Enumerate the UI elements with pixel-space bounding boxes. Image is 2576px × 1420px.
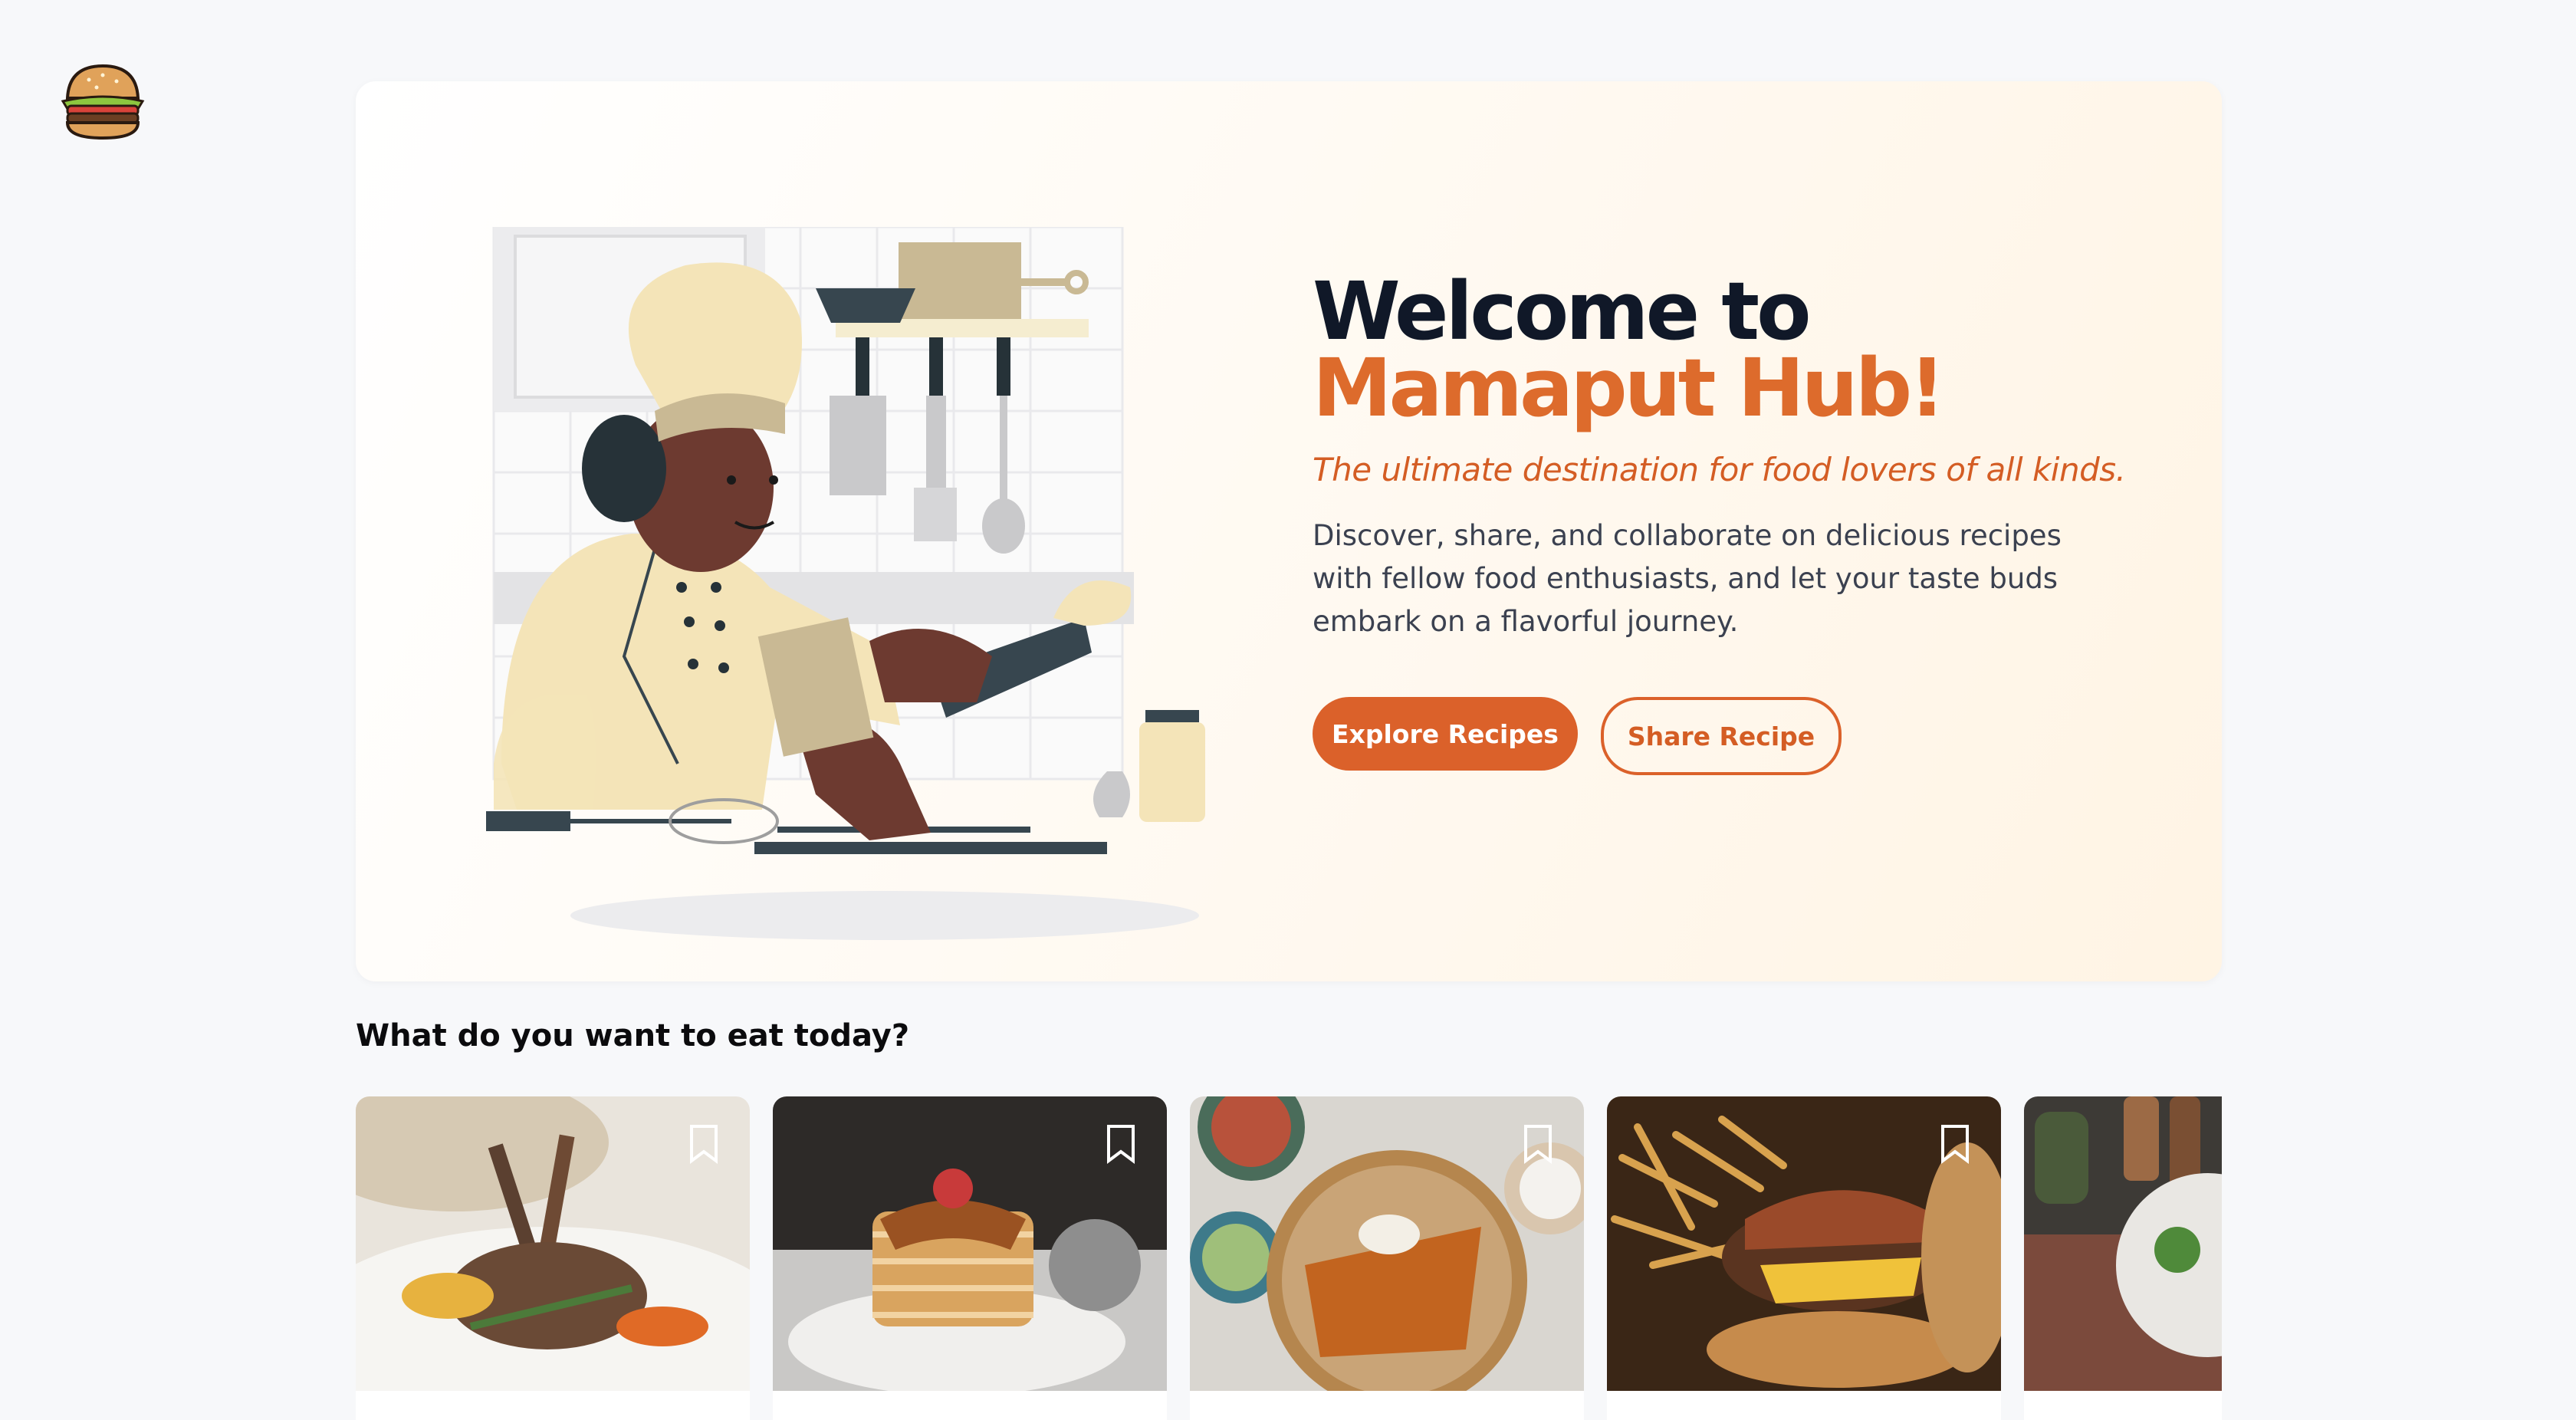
lamb-chops-photo xyxy=(356,1096,750,1391)
hero-tagline: The ultimate destination for food lovers… xyxy=(1313,451,2126,488)
recipe-card[interactable] xyxy=(356,1096,750,1420)
bookmark-icon[interactable] xyxy=(1940,1124,1970,1164)
recipe-card[interactable] xyxy=(773,1096,1167,1420)
hero-title: Welcome to Mamaput Hub! xyxy=(1313,271,2187,428)
recipe-card[interactable] xyxy=(1190,1096,1584,1420)
bookmark-icon[interactable] xyxy=(1106,1124,1136,1164)
bookmark-icon[interactable] xyxy=(688,1124,719,1164)
hero-description: Discover, share, and collaborate on deli… xyxy=(1313,519,2062,638)
hero-actions: Explore Recipes Share Recipe xyxy=(1313,697,2187,775)
spices-plate-photo xyxy=(2024,1096,2222,1391)
recipe-card[interactable] xyxy=(2024,1096,2222,1420)
hero-title-accent: Mamaput Hub! xyxy=(1313,341,1946,435)
explore-recipes-button[interactable]: Explore Recipes xyxy=(1313,697,1578,771)
share-recipe-button[interactable]: Share Recipe xyxy=(1601,697,1842,775)
section-title: What do you want to eat today? xyxy=(356,1018,910,1053)
recipe-card-list xyxy=(356,1096,2222,1420)
bookmark-icon[interactable] xyxy=(1523,1124,1553,1164)
recipe-card[interactable] xyxy=(1607,1096,2001,1420)
burger-fries-photo xyxy=(1607,1096,2001,1391)
salad-fries-photo xyxy=(1190,1096,1584,1391)
hero-banner: Welcome to Mamaput Hub! The ultimate des… xyxy=(356,81,2222,981)
pancakes-photo xyxy=(773,1096,1167,1391)
burger-logo-icon[interactable] xyxy=(58,58,147,144)
